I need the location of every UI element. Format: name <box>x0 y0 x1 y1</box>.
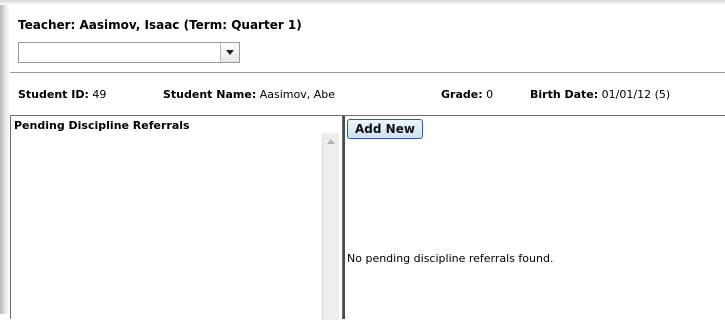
student-grade: Grade: 0 <box>441 88 493 101</box>
chevron-down-icon[interactable] <box>220 43 239 62</box>
student-birth-date: Birth Date: 01/01/12 (5) <box>530 88 670 101</box>
pending-referrals-list: Pending Discipline Referrals <box>10 115 343 320</box>
teacher-title: Teacher: Aasimov, Isaac (Term: Quarter 1… <box>18 18 302 32</box>
student-id-value: 49 <box>92 88 107 101</box>
student-id: Student ID: 49 <box>18 88 106 101</box>
class-selector[interactable] <box>18 42 240 63</box>
student-name: Student Name: Aasimov, Abe <box>163 88 335 101</box>
header-divider <box>10 72 725 73</box>
student-grade-label: Grade: <box>441 88 483 101</box>
discipline-panel: Teacher: Aasimov, Isaac (Term: Quarter 1… <box>10 5 725 320</box>
app-window: Teacher: Aasimov, Isaac (Term: Quarter 1… <box>0 0 725 320</box>
birth-date-label: Birth Date: <box>530 88 599 101</box>
referrals-scrollbar[interactable] <box>322 133 339 320</box>
empty-referrals-message: No pending discipline referrals found. <box>347 252 554 265</box>
pending-referrals-title: Pending Discipline Referrals <box>14 119 190 132</box>
student-name-value: Aasimov, Abe <box>259 88 335 101</box>
scroll-up-icon[interactable] <box>323 133 339 149</box>
add-new-button[interactable]: Add New <box>347 119 423 139</box>
window-shadow-left <box>0 0 10 314</box>
student-name-label: Student Name: <box>163 88 257 101</box>
student-id-label: Student ID: <box>18 88 89 101</box>
referral-detail-pane: Add New No pending discipline referrals … <box>343 115 725 319</box>
student-grade-value: 0 <box>486 88 494 101</box>
birth-date-value: 01/01/12 (5) <box>601 88 671 101</box>
